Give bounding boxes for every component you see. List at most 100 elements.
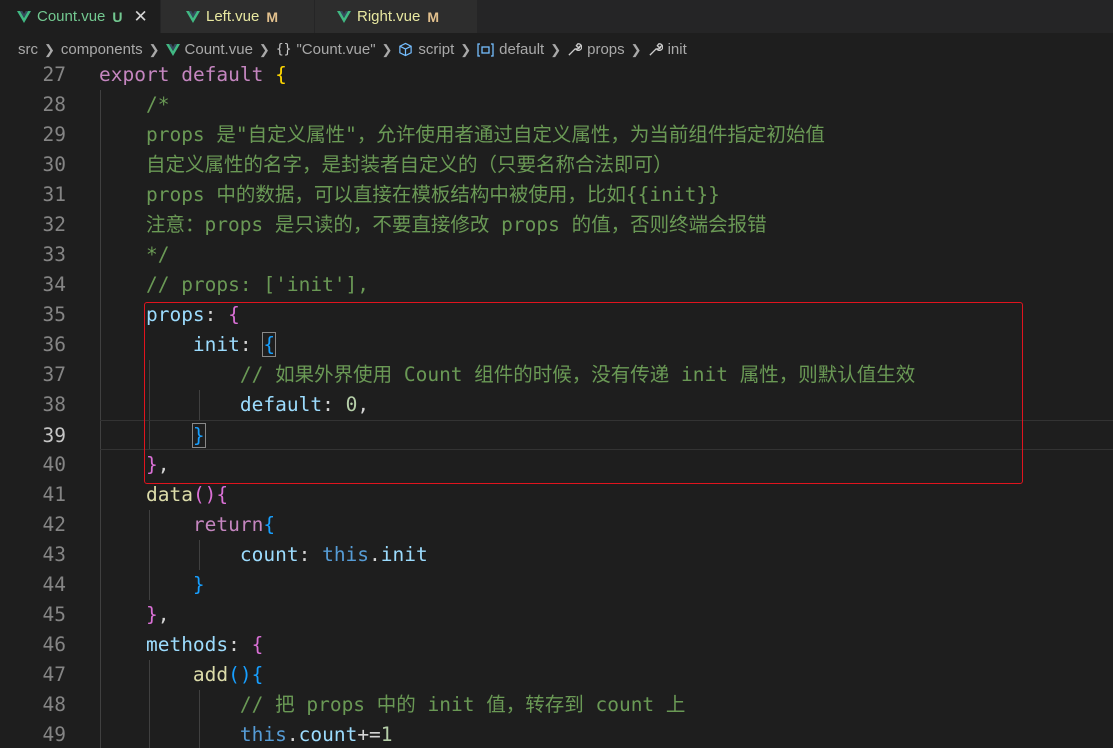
code-line: 36 init: { — [0, 330, 1113, 360]
breadcrumb-item-components[interactable]: components — [61, 41, 143, 58]
code-text: 注意：props 是只读的，不要直接修改 props 的值，否则终端会报错 — [145, 213, 767, 236]
code-text: } — [192, 573, 205, 596]
code-text: export default { — [99, 63, 287, 86]
line-number: 30 — [42, 153, 66, 176]
wrench-icon — [648, 42, 663, 57]
code-text: // props: ['init'], — [145, 273, 370, 296]
tab-right-vue[interactable]: Right.vue M — [315, 0, 478, 33]
line-number: 38 — [42, 393, 66, 416]
breadcrumb-label: components — [60, 41, 143, 58]
chevron-right-icon: ❯ — [630, 41, 642, 57]
code-text: 自定义属性的名字，是封装者自定义的（只要名称合法即可） — [145, 153, 673, 176]
braces-icon: {} — [275, 42, 292, 57]
wrench-icon — [567, 42, 583, 57]
code-text: add(){ — [192, 663, 264, 686]
code-text: props 是"自定义属性"，允许使用者通过自定义属性，为当前组件指定初始值 — [145, 123, 825, 146]
code-text: // 如果外界使用 Count 组件的时候，没有传递 init 属性，则默认值生… — [239, 363, 916, 386]
code-line: 43 count: this.init — [0, 540, 1113, 570]
breadcrumb-label: props — [587, 41, 625, 58]
chevron-right-icon: ❯ — [44, 41, 55, 57]
line-number: 37 — [42, 363, 66, 386]
code-text: methods: { — [145, 633, 264, 656]
code-line: 44 } — [0, 570, 1113, 600]
code-text: */ — [145, 243, 170, 266]
breadcrumb-item-object[interactable]: {} "Count.vue" — [276, 41, 376, 58]
code-line: 27 export default { — [0, 60, 1113, 90]
line-number: 29 — [42, 123, 66, 146]
tab-label: Left.vue — [206, 8, 260, 25]
line-number: 36 — [42, 333, 66, 356]
code-text: // 把 props 中的 init 值，转存到 count 上 — [239, 693, 686, 716]
code-line: 48 // 把 props 中的 init 值，转存到 count 上 — [0, 690, 1113, 720]
chevron-right-icon: ❯ — [148, 41, 160, 57]
code-text: }, — [145, 453, 170, 476]
code-text: default: 0, — [239, 393, 370, 416]
line-number: 49 — [42, 723, 66, 746]
line-number: 44 — [42, 573, 66, 596]
line-number: 34 — [42, 273, 66, 296]
tab-status-badge: U — [112, 8, 123, 25]
tab-status-badge: M — [427, 8, 440, 25]
line-number: 27 — [42, 63, 66, 86]
breadcrumb-item-src[interactable]: src — [18, 41, 38, 58]
code-line: 28 /* — [0, 90, 1113, 120]
code-line: 31 props 中的数据，可以直接在模板结构中被使用，比如{{init}} — [0, 180, 1113, 210]
tab-count-vue[interactable]: Count.vue U ✕ — [0, 0, 161, 33]
vue-file-icon — [17, 10, 31, 23]
line-number: 46 — [42, 633, 66, 656]
breadcrumb-label: Count.vue — [184, 41, 253, 58]
code-line: 32 注意：props 是只读的，不要直接修改 props 的值，否则终端会报错 — [0, 210, 1113, 240]
breadcrumb-label: src — [18, 41, 38, 58]
chevron-right-icon: ❯ — [550, 41, 562, 57]
breadcrumb-label: script — [418, 41, 455, 58]
code-text: props: { — [145, 303, 240, 326]
code-text: return{ — [192, 513, 276, 536]
vue-file-icon — [165, 43, 180, 56]
breadcrumb-label: init — [667, 41, 687, 58]
tab-label: Right.vue — [357, 8, 421, 25]
close-icon[interactable]: ✕ — [134, 8, 148, 25]
vue-file-icon — [337, 10, 351, 23]
code-line: 45 }, — [0, 600, 1113, 630]
code-line: 34 // props: ['init'], — [0, 270, 1113, 300]
line-number: 43 — [42, 543, 66, 566]
code-text: data(){ — [145, 483, 229, 506]
code-line: 29 props 是"自定义属性"，允许使用者通过自定义属性，为当前组件指定初始… — [0, 120, 1113, 150]
tab-left-vue[interactable]: Left.vue M — [161, 0, 315, 33]
line-number: 45 — [42, 603, 66, 626]
line-number: 41 — [42, 483, 66, 506]
line-number: 32 — [42, 213, 66, 236]
code-line: 46 methods: { — [0, 630, 1113, 660]
breadcrumb-item-script[interactable]: script — [398, 41, 454, 58]
code-line: 37 // 如果外界使用 Count 组件的时候，没有传递 init 属性，则默… — [0, 360, 1113, 390]
code-text: /* — [145, 93, 170, 116]
breadcrumb-item-file[interactable]: Count.vue — [165, 41, 253, 58]
tab-bar: Count.vue U ✕ Left.vue M Right.vue M — [0, 0, 1113, 33]
code-line: 47 add(){ — [0, 660, 1113, 690]
code-text: this.count+=1 — [239, 723, 393, 746]
breadcrumb-item-init[interactable]: init — [648, 41, 687, 58]
code-line: 35 props: { — [0, 300, 1113, 330]
chevron-right-icon: ❯ — [460, 41, 472, 57]
code-line: 30 自定义属性的名字，是封装者自定义的（只要名称合法即可） — [0, 150, 1113, 180]
code-editor[interactable]: 27 export default { 28 /* 29 props 是"自定义… — [0, 60, 1113, 748]
line-number: 39 — [42, 424, 66, 447]
line-number: 40 — [42, 453, 66, 476]
breadcrumb-item-default[interactable]: default — [477, 41, 544, 58]
code-line: 41 data(){ — [0, 480, 1113, 510]
line-number: 42 — [42, 513, 66, 536]
code-line-current: 39 } — [43, 420, 1113, 450]
code-line: 33 */ — [0, 240, 1113, 270]
chevron-right-icon: ❯ — [381, 41, 393, 57]
vue-file-icon — [186, 10, 200, 23]
code-text: props 中的数据，可以直接在模板结构中被使用，比如{{init}} — [145, 183, 720, 206]
breadcrumb-label: default — [499, 41, 545, 58]
text-cursor: } — [191, 423, 206, 448]
line-number: 35 — [42, 303, 66, 326]
tab-status-badge: M — [266, 8, 279, 25]
breadcrumb-label: "Count.vue" — [296, 41, 376, 58]
line-number: 31 — [42, 183, 66, 206]
breadcrumb-item-props[interactable]: props — [567, 41, 625, 58]
code-text: init: { — [192, 332, 277, 357]
line-number: 48 — [42, 693, 66, 716]
